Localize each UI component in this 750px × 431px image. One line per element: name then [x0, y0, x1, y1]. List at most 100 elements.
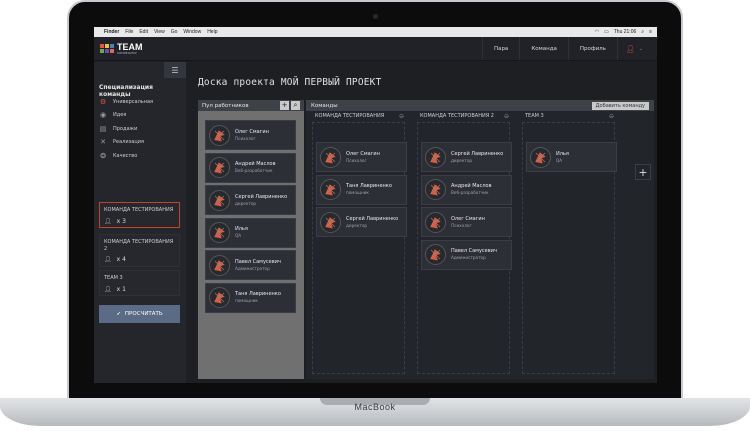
worker-card[interactable]: Андрей Маслов Веб-разработчик — [421, 174, 512, 205]
worker-avatar-icon — [425, 179, 446, 200]
wifi-icon[interactable]: ◠ — [595, 29, 599, 35]
worker-avatar-icon — [209, 287, 230, 308]
app-header: TEAM constructor Пара Команда Профиль 👤︎… — [94, 37, 657, 61]
logo-mark — [100, 44, 114, 53]
search-icon[interactable]: ⌕ — [641, 29, 644, 35]
worker-card[interactable]: Олег Смагин Психолог — [316, 142, 407, 172]
add-column-button[interactable]: + — [635, 164, 651, 180]
worker-avatar-icon — [209, 189, 230, 211]
menu-window[interactable]: Window — [183, 29, 201, 35]
worker-card[interactable]: Таня Лавриненко помощник — [316, 174, 407, 205]
spec-label: Продажи — [113, 125, 138, 132]
team-name: TEAM 3 — [104, 275, 123, 281]
sidebar-team-card-2[interactable]: КОМАНДА ТЕСТИРОВАНИЯ 2 👤︎ x 4 — [99, 234, 180, 267]
worker-role: Психолог — [451, 222, 472, 228]
app-logo[interactable]: TEAM constructor — [100, 41, 143, 55]
logo-text: TEAM constructor — [117, 41, 143, 55]
add-worker-button[interactable]: + — [280, 101, 289, 110]
worker-avatar-icon — [320, 179, 341, 200]
cart-icon: ▤ — [99, 124, 107, 133]
camera — [373, 14, 378, 19]
collapse-icon[interactable]: ⊖ — [399, 113, 404, 120]
worker-card[interactable]: Павел Самусевич Администратор — [421, 239, 512, 270]
spec-item-quality[interactable]: ❂ Качество — [99, 149, 153, 163]
worker-card[interactable]: Олег Смагин Психолог — [205, 120, 296, 150]
worker-card[interactable]: Сергей Лавриненко директор — [316, 207, 407, 237]
worker-name: Олег Смагин — [346, 150, 380, 157]
worker-card[interactable]: Сергей Лавриненко директор — [205, 185, 296, 215]
nav-pair[interactable]: Пара — [481, 37, 519, 60]
worker-card[interactable]: Таня Лавриненко помощник — [205, 282, 296, 313]
chevron-down-icon: ⌄ — [638, 45, 643, 52]
worker-role: QA — [556, 157, 563, 163]
nav-team[interactable]: Команда — [519, 37, 568, 60]
person-icon: 👤︎ — [104, 285, 112, 293]
menu-view[interactable]: View — [154, 29, 165, 35]
rocket-icon: ➶ — [116, 311, 121, 317]
worker-card[interactable]: Павел Самусевич Администратор — [205, 250, 296, 280]
calculate-button[interactable]: ➶ ПРОСЧИТАТЬ — [99, 305, 180, 323]
bulb-icon: ◉ — [99, 111, 107, 120]
spec-item-idea[interactable]: ◉ Идея — [99, 109, 153, 123]
screen: Finder File Edit View Go Window Help ◠ ▭… — [94, 27, 657, 383]
worker-name: Андрей Маслов — [451, 183, 492, 189]
worker-role: директор — [346, 222, 368, 228]
collapse-icon[interactable]: ⊖ — [504, 113, 509, 120]
laptop-frame: MacBook Finder File Edit View Go Window … — [0, 0, 750, 431]
top-nav: Пара Команда Профиль 👤︎ ⌄ — [481, 37, 651, 60]
worker-role: Администратор — [235, 265, 270, 271]
nav-profile[interactable]: Профиль — [567, 37, 617, 60]
menu-go[interactable]: Go — [171, 29, 178, 35]
spec-label: Универсальная — [113, 98, 154, 105]
worker-avatar-icon — [320, 211, 341, 233]
specialization-list: ⚙ Универсальная ◉ Идея ▤ Продажи ✕ Реали… — [99, 95, 153, 163]
worker-role: помощник — [346, 190, 369, 195]
add-team-button[interactable]: Добавить команду — [591, 101, 649, 110]
worker-avatar-icon — [209, 157, 230, 178]
sidebar-team-card-1[interactable]: КОМАНДА ТЕСТИРОВАНИЯ 👤︎ x 3 — [99, 202, 180, 228]
menu-edit[interactable]: Edit — [139, 29, 148, 35]
spec-label: Идея — [113, 112, 127, 119]
sidebar-toggle-icon[interactable]: ☰ — [164, 62, 186, 78]
worker-card[interactable]: Илья QA — [526, 142, 617, 172]
worker-avatar-icon — [425, 146, 446, 168]
worker-role: помощник — [235, 298, 258, 303]
worker-card[interactable]: Сергей Лавриненко директор — [421, 142, 512, 172]
worker-avatar-icon — [530, 146, 551, 168]
list-icon[interactable]: ≡ — [649, 29, 652, 35]
team-count: 👤︎ x 4 — [104, 256, 126, 263]
worker-role: Психолог — [346, 157, 367, 163]
spec-item-implementation[interactable]: ✕ Реализация — [99, 136, 153, 150]
user-icon: 👤︎ — [625, 44, 635, 53]
worker-name: Павел Самусевич — [235, 258, 281, 265]
page-title: Доска проекта МОЙ ПЕРВЫЙ ПРОЕКТ — [198, 77, 382, 88]
worker-card[interactable]: Илья QA — [205, 217, 296, 248]
worker-name: Олег Смагин — [235, 128, 269, 135]
worker-name: Сергей Лавриненко — [451, 150, 504, 157]
device-label: MacBook — [354, 402, 396, 412]
spec-item-universal[interactable]: ⚙ Универсальная — [99, 95, 153, 109]
person-icon: 👤︎ — [104, 217, 112, 225]
worker-role: Администратор — [451, 255, 486, 260]
worker-avatar-icon — [209, 124, 230, 146]
team-column-title: КОМАНДА ТЕСТИРОВАНИЯ — [315, 113, 385, 119]
worker-name: Таня Лавриненко — [346, 183, 392, 189]
collapse-icon[interactable]: ⊖ — [609, 113, 614, 120]
search-icon[interactable]: ⌕ — [291, 101, 300, 110]
menu-finder[interactable]: Finder — [104, 29, 119, 35]
battery-icon[interactable]: ▭ — [604, 29, 609, 35]
menubar-clock[interactable]: Thu 21:06 — [614, 29, 637, 35]
menu-file[interactable]: File — [125, 29, 133, 35]
spec-label: Качество — [113, 152, 138, 159]
user-menu[interactable]: 👤︎ ⌄ — [616, 37, 651, 60]
team-name: КОМАНДА ТЕСТИРОВАНИЯ — [104, 207, 174, 213]
team-count: 👤︎ x 3 — [104, 217, 126, 225]
sidebar: ☰ Специализация команды ⚙ Универсальная … — [94, 62, 186, 383]
worker-card[interactable]: Андрей Маслов Веб-разработчик — [205, 152, 296, 183]
worker-card[interactable]: Олег Смагин Психолог — [421, 207, 512, 237]
menu-help[interactable]: Help — [207, 29, 217, 35]
spec-item-sales[interactable]: ▤ Продажи — [99, 122, 153, 136]
worker-name: Сергей Лавриненко — [346, 215, 399, 222]
sidebar-team-card-3[interactable]: TEAM 3 👤︎ x 1 — [99, 270, 180, 296]
teams-header: Команды Добавить команду — [306, 100, 654, 111]
